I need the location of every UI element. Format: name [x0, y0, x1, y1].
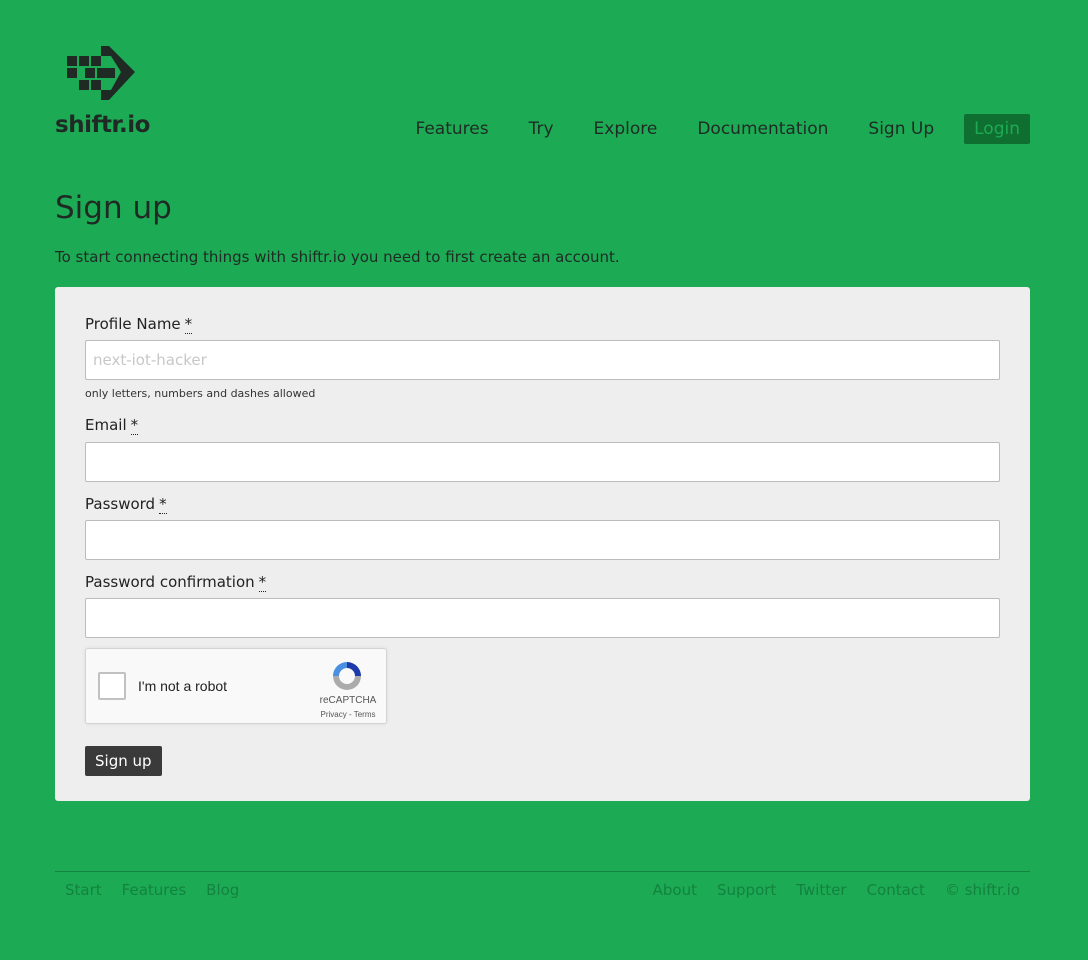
profile-name-input[interactable]	[85, 340, 1000, 380]
logo-text: shiftr.io	[55, 112, 150, 138]
profile-name-label: Profile Name *	[85, 315, 193, 334]
signup-form-card: Profile Name* only letters, numbers and …	[55, 287, 1030, 801]
page-title: Sign up	[55, 190, 172, 226]
footer-link-start[interactable]: Start	[65, 881, 102, 899]
required-mark: *	[184, 315, 193, 334]
footer-link-twitter[interactable]: Twitter	[796, 881, 846, 899]
footer-link-blog[interactable]: Blog	[206, 881, 239, 899]
email-label: Email *	[85, 416, 139, 435]
recaptcha-checkbox[interactable]	[98, 672, 126, 700]
profile-name-hint: only letters, numbers and dashes allowed	[85, 387, 316, 400]
login-button[interactable]: Login	[964, 114, 1030, 144]
intro-text: To start connecting things with shiftr.i…	[55, 248, 620, 266]
recaptcha-icon	[333, 662, 361, 690]
pixel-arrow-icon	[67, 46, 135, 100]
footer-link-contact[interactable]: Contact	[867, 881, 925, 899]
password-input[interactable]	[85, 520, 1000, 560]
recaptcha-label: I'm not a robot	[138, 678, 228, 694]
password-confirmation-label: Password confirmation *	[85, 573, 267, 592]
email-input[interactable]	[85, 442, 1000, 482]
nav-sign-up[interactable]: Sign Up	[868, 114, 934, 144]
footer-link-about[interactable]: About	[653, 881, 697, 899]
required-mark: *	[159, 495, 167, 514]
site-header: shiftr.io Features Try Explore Documenta…	[55, 44, 1030, 144]
footer-right-links: About Support Twitter Contact © shiftr.i…	[633, 881, 1020, 899]
nav-explore[interactable]: Explore	[594, 114, 658, 144]
footer-left-links: Start Features Blog	[65, 881, 259, 899]
password-label: Password *	[85, 495, 167, 514]
recaptcha-links[interactable]: Privacy - Terms	[314, 710, 382, 719]
footer-link-support[interactable]: Support	[717, 881, 776, 899]
sign-up-button[interactable]: Sign up	[85, 746, 162, 776]
footer-link-features[interactable]: Features	[122, 881, 187, 899]
recaptcha-widget: I'm not a robot reCAPTCHA Privacy - Term…	[85, 648, 387, 724]
main-nav: Features Try Explore Documentation Sign …	[376, 114, 1030, 144]
required-mark: *	[258, 573, 267, 592]
footer-copyright: © shiftr.io	[944, 881, 1020, 899]
nav-features[interactable]: Features	[416, 114, 489, 144]
logo[interactable]: shiftr.io	[55, 44, 155, 140]
required-mark: *	[130, 416, 139, 435]
recaptcha-brand: reCAPTCHA	[319, 695, 377, 706]
footer-divider	[55, 871, 1030, 872]
nav-try[interactable]: Try	[529, 114, 554, 144]
password-confirmation-input[interactable]	[85, 598, 1000, 638]
nav-documentation[interactable]: Documentation	[697, 114, 828, 144]
